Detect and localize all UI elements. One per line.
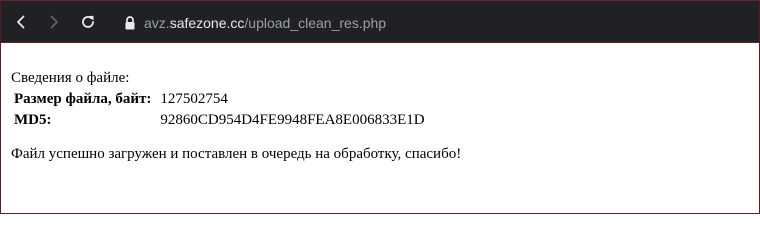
forward-arrow-icon: [50, 15, 58, 29]
lock-icon[interactable]: [123, 15, 137, 31]
browser-window: avz.safezone.cc/upload_clean_res.php Све…: [0, 0, 760, 214]
table-row: MD5: 92860CD954D4FE9948FEA8E006833E1D: [13, 111, 426, 130]
url-domain: safezone.cc: [169, 15, 245, 31]
forward-button[interactable]: [40, 8, 68, 36]
section-title: Сведения о файле:: [11, 70, 130, 86]
back-arrow-icon: [17, 15, 25, 29]
file-size-value: 127502754: [160, 91, 228, 107]
url-subdomain: avz.: [144, 15, 170, 31]
browser-toolbar: avz.safezone.cc/upload_clean_res.php: [1, 0, 759, 43]
back-button[interactable]: [7, 8, 35, 36]
table-row: Размер файла, байт: 127502754: [13, 90, 426, 109]
success-message: Файл успешно загружен и поставлен в очер…: [11, 146, 462, 162]
reload-icon: [82, 15, 94, 28]
file-info-table: Размер файла, байт: 127502754 MD5: 92860…: [11, 88, 428, 132]
md5-value: 92860CD954D4FE9948FEA8E006833E1D: [160, 112, 425, 128]
address-bar[interactable]: avz.safezone.cc/upload_clean_res.php: [144, 13, 386, 33]
url-path: /upload_clean_res.php: [244, 15, 387, 31]
reload-button[interactable]: [74, 8, 102, 36]
page-content: Сведения о файле: Размер файла, байт: 12…: [11, 69, 461, 164]
md5-label: MD5:: [14, 112, 52, 128]
file-size-label: Размер файла, байт:: [14, 91, 152, 107]
